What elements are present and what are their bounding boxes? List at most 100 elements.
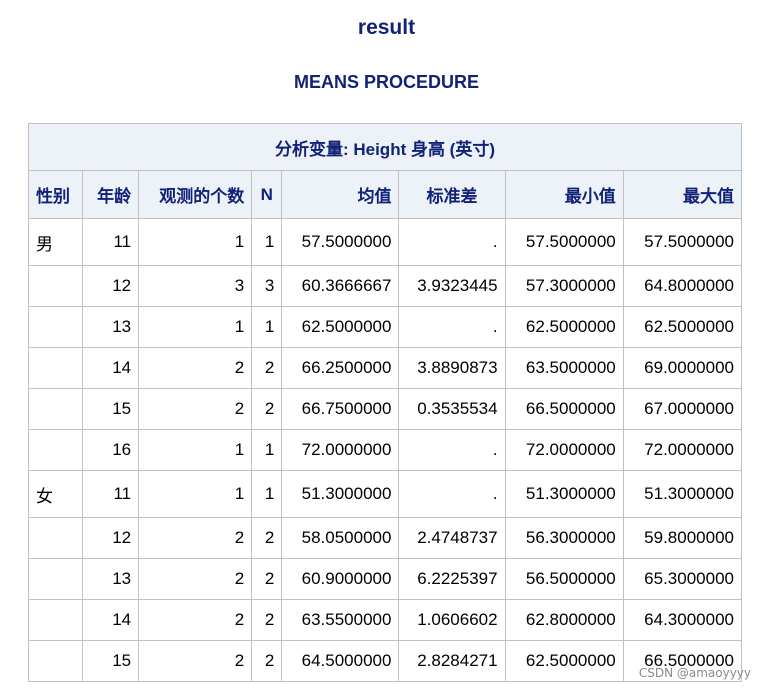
cell-std: 0.3535534 <box>398 388 506 430</box>
cell-n: 3 <box>251 265 283 307</box>
cell-age: 15 <box>82 640 140 682</box>
cell-std: . <box>398 218 506 266</box>
column-header-max: 最大值 <box>622 170 743 219</box>
cell-sex <box>27 517 84 559</box>
table-row: 13 1 1 62.5000000. 62.5000000 62.5000000 <box>27 306 743 348</box>
cell-nobs: 2 <box>138 388 253 430</box>
cell-age: 11 <box>82 218 140 266</box>
cell-sex: 男 <box>27 218 84 266</box>
table-row: 12 3 3 60.3666667 3.9323445 57.3000000 64.8000… <box>27 265 743 307</box>
cell-age: 13 <box>82 306 140 348</box>
cell-age: 12 <box>82 517 140 559</box>
cell-n: 2 <box>251 388 283 430</box>
cell-age: 15 <box>82 388 140 430</box>
cell-min: 56.3000000 <box>504 517 624 559</box>
cell-max: 57.5000000 <box>622 218 743 266</box>
cell-min: 66.5000000 <box>504 388 624 430</box>
cell-n: 2 <box>251 517 283 559</box>
header-row: 性别 年龄 观测的个数 N 均值 标准差 最小值 最大值 <box>27 170 743 219</box>
cell-age: 14 <box>82 347 140 389</box>
column-header-std: 标准差 <box>398 170 506 219</box>
cell-n: 1 <box>251 306 283 348</box>
cell-nobs: 1 <box>138 470 253 518</box>
table-row: 16 1 1 72.0000000. 72.0000000 72.0000000 <box>27 429 743 471</box>
cell-min: 62.8000000 <box>504 599 624 641</box>
cell-std: . <box>398 306 506 348</box>
cell-max: 59.8000000 <box>622 517 743 559</box>
cell-min: 72.0000000 <box>504 429 624 471</box>
column-header-nobs: 观测的个数 <box>138 170 253 219</box>
cell-n: 2 <box>251 599 283 641</box>
table-caption: 分析变量: Height 身高 (英寸) <box>28 123 742 171</box>
cell-age: 12 <box>82 265 140 307</box>
column-header-min: 最小值 <box>504 170 624 219</box>
cell-std: 3.9323445 <box>398 265 506 307</box>
table-row: 女 11 1 1 51.3000000. 51.3000000 51.3000000 <box>27 470 743 518</box>
cell-sex <box>27 599 84 641</box>
cell-max: 64.3000000 <box>622 599 743 641</box>
cell-max: 64.8000000 <box>622 265 743 307</box>
cell-min: 56.5000000 <box>504 558 624 600</box>
table-row: 15 2 2 64.5000000 2.8284271 62.5000000 66.5000… <box>27 640 743 682</box>
cell-nobs: 1 <box>138 429 253 471</box>
cell-mean: 72.0000000 <box>281 429 400 471</box>
cell-nobs: 2 <box>138 599 253 641</box>
cell-mean: 51.3000000 <box>281 470 400 518</box>
cell-nobs: 2 <box>138 640 253 682</box>
cell-sex <box>27 429 84 471</box>
cell-sex <box>27 558 84 600</box>
results-table: 分析变量: Height 身高 (英寸) 性别 年龄 观测的个数 N 均值 标准… <box>27 123 743 682</box>
cell-min: 57.5000000 <box>504 218 624 266</box>
caption-row: 分析变量: Height 身高 (英寸) <box>28 123 742 171</box>
cell-age: 11 <box>82 470 140 518</box>
cell-nobs: 2 <box>138 347 253 389</box>
column-header-age: 年龄 <box>82 170 140 219</box>
cell-std: 1.0606602 <box>398 599 506 641</box>
table-row: 12 2 2 58.0500000 2.4748737 56.3000000 59.8000… <box>27 517 743 559</box>
table-row: 13 2 2 60.9000000 6.2225397 56.5000000 65.3000… <box>27 558 743 600</box>
cell-max: 51.3000000 <box>622 470 743 518</box>
cell-age: 14 <box>82 599 140 641</box>
column-header-sex: 性别 <box>27 170 84 219</box>
cell-max: 67.0000000 <box>622 388 743 430</box>
cell-mean: 63.5500000 <box>281 599 400 641</box>
cell-max: 69.0000000 <box>622 347 743 389</box>
cell-n: 1 <box>251 218 283 266</box>
cell-n: 1 <box>251 429 283 471</box>
table-body: 男 11 1 1 57.5000000. 57.5000000 57.5000000 12 3 3… <box>27 218 743 682</box>
cell-n: 2 <box>251 347 283 389</box>
table-row: 男 11 1 1 57.5000000. 57.5000000 57.5000000 <box>27 218 743 266</box>
table-row: 15 2 2 66.7500000 0.3535534 66.5000000 67.0000… <box>27 388 743 430</box>
cell-std: 6.2225397 <box>398 558 506 600</box>
cell-n: 1 <box>251 470 283 518</box>
cell-std: . <box>398 429 506 471</box>
cell-nobs: 1 <box>138 218 253 266</box>
cell-nobs: 1 <box>138 306 253 348</box>
cell-sex <box>27 347 84 389</box>
cell-std: 2.8284271 <box>398 640 506 682</box>
cell-min: 51.3000000 <box>504 470 624 518</box>
column-header-mean: 均值 <box>281 170 400 219</box>
cell-mean: 66.7500000 <box>281 388 400 430</box>
cell-sex <box>27 306 84 348</box>
column-header-n: N <box>251 170 283 219</box>
cell-min: 63.5000000 <box>504 347 624 389</box>
cell-sex <box>27 388 84 430</box>
cell-nobs: 2 <box>138 558 253 600</box>
cell-sex: 女 <box>27 470 84 518</box>
cell-min: 57.3000000 <box>504 265 624 307</box>
cell-sex <box>27 265 84 307</box>
cell-sex <box>27 640 84 682</box>
cell-mean: 57.5000000 <box>281 218 400 266</box>
cell-n: 2 <box>251 558 283 600</box>
cell-mean: 60.9000000 <box>281 558 400 600</box>
cell-n: 2 <box>251 640 283 682</box>
cell-std: . <box>398 470 506 518</box>
cell-mean: 60.3666667 <box>281 265 400 307</box>
cell-nobs: 2 <box>138 517 253 559</box>
cell-max: 65.3000000 <box>622 558 743 600</box>
cell-min: 62.5000000 <box>504 640 624 682</box>
cell-std: 2.4748737 <box>398 517 506 559</box>
cell-age: 13 <box>82 558 140 600</box>
cell-min: 62.5000000 <box>504 306 624 348</box>
